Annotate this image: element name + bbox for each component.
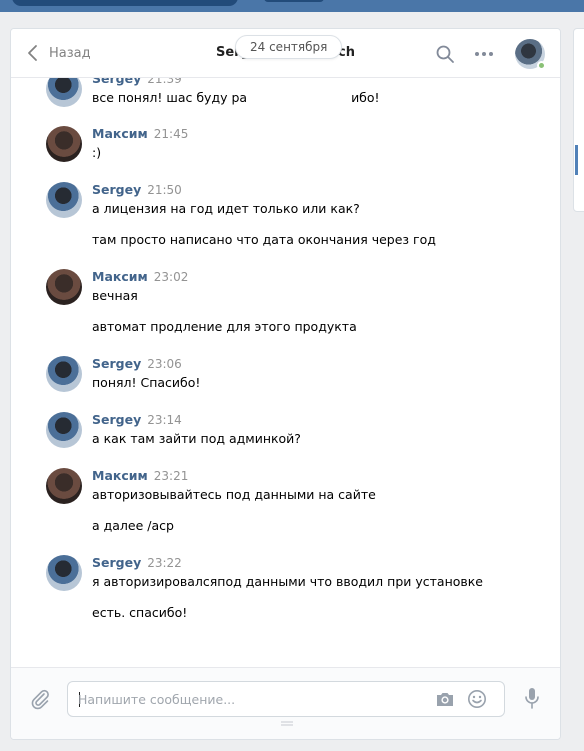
avatar[interactable] <box>46 468 82 504</box>
message-author[interactable]: Максим <box>92 126 148 141</box>
message-text: а как там зайти под админкой? <box>92 431 301 446</box>
message-list: Sergey 21:39 все понял! шас буду ра ибо! М… <box>11 78 560 666</box>
message-text: я авторизировалсяпод данными что вводил … <box>92 574 483 589</box>
message-time: 21:45 <box>153 127 189 141</box>
message-text: а далее /acp <box>92 518 174 533</box>
online-indicator <box>537 61 546 70</box>
more-icon[interactable] <box>473 44 495 64</box>
message-text: автомат продление для этого продукта <box>92 319 357 334</box>
message-author[interactable]: Sergey <box>92 182 141 197</box>
message-text: :) <box>92 145 102 160</box>
microphone-icon[interactable] <box>524 687 540 709</box>
message-composer <box>11 667 560 739</box>
avatar[interactable] <box>46 555 82 591</box>
message-text: вечная <box>92 288 138 303</box>
message-author[interactable]: Sergey <box>92 78 141 86</box>
date-divider: 24 сентября <box>235 35 343 59</box>
message-author[interactable]: Sergey <box>92 356 141 371</box>
message-text: понял! Спасибо! <box>92 375 201 390</box>
avatar[interactable] <box>46 126 82 162</box>
message-input-box[interactable] <box>67 681 505 717</box>
message-time: 23:22 <box>147 556 182 570</box>
top-bar <box>0 0 584 12</box>
attach-icon[interactable] <box>29 688 51 710</box>
message-time: 21:50 <box>147 183 182 197</box>
active-marker <box>575 145 578 175</box>
camera-icon[interactable] <box>435 690 455 708</box>
smile-icon[interactable] <box>467 689 487 709</box>
avatar[interactable] <box>46 269 82 305</box>
message-text: авторизовывайтесь под данными на сайте <box>92 487 376 502</box>
avatar[interactable] <box>46 182 82 218</box>
message-text: все понял! шас буду ра ибо! <box>92 90 380 105</box>
message-author[interactable]: Sergey <box>92 555 141 570</box>
global-search-stub[interactable] <box>12 0 238 6</box>
message-time: 23:14 <box>147 413 182 427</box>
top-bar-stub <box>264 0 324 2</box>
message-input[interactable] <box>78 688 418 710</box>
message-time: 23:02 <box>153 270 189 284</box>
message-text: там просто написано что дата окончания ч… <box>92 232 436 247</box>
resize-grip-icon[interactable] <box>281 721 293 726</box>
message-author[interactable]: Максим <box>92 269 148 284</box>
avatar[interactable] <box>46 412 82 448</box>
message-time: 21:39 <box>147 78 182 86</box>
message-time: 23:06 <box>147 357 182 371</box>
avatar[interactable] <box>46 78 82 107</box>
message-text: а лицензия на год идет только или как? <box>92 201 360 216</box>
search-icon[interactable] <box>435 44 455 64</box>
message-author[interactable]: Sergey <box>92 412 141 427</box>
message-text: есть. спасибо! <box>92 605 188 620</box>
message-time: 23:21 <box>153 469 189 483</box>
avatar[interactable] <box>46 356 82 392</box>
chat-panel: Назад Sergey Viktorovich 24 сентября Ser… <box>10 28 561 740</box>
right-side-panel <box>573 28 584 212</box>
message-author[interactable]: Максим <box>92 468 148 483</box>
